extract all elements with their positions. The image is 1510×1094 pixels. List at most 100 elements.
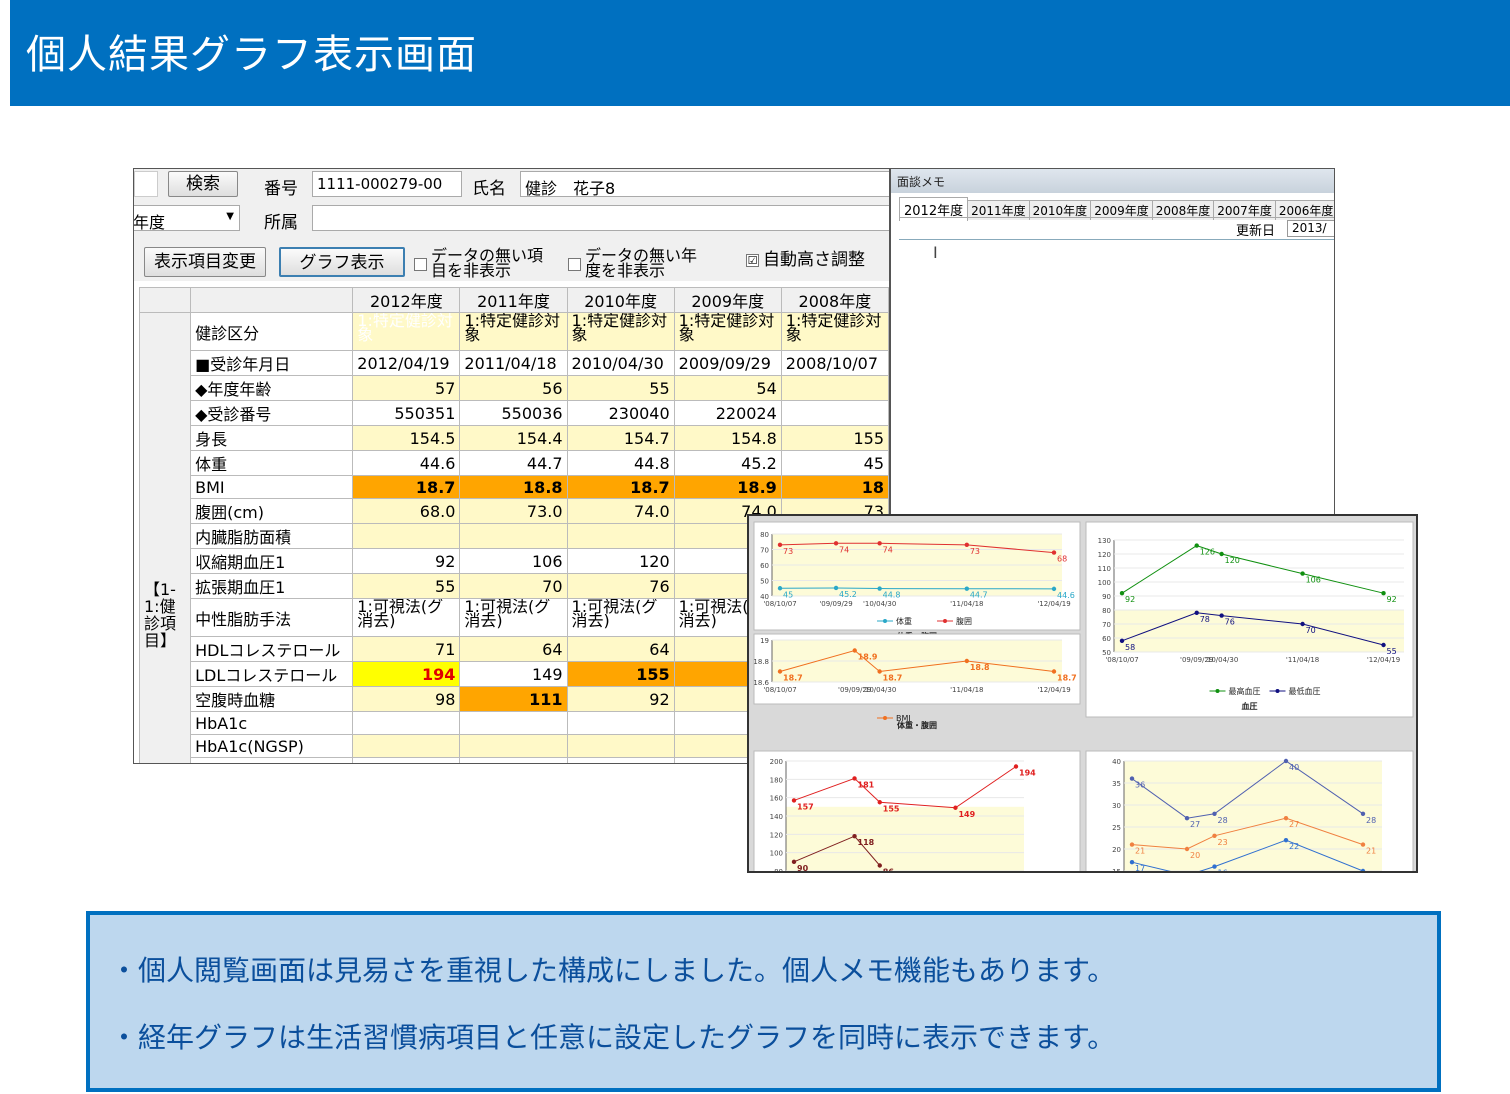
y-tick-label: 140	[770, 813, 783, 821]
table-cell[interactable]: 18.7	[566, 475, 675, 499]
table-cell[interactable]: 1:可視法(グ消去)	[352, 598, 461, 637]
table-cell[interactable]	[566, 734, 675, 758]
table-cell[interactable]: 550036	[459, 400, 568, 426]
data-point	[833, 585, 839, 591]
table-cell[interactable]: 57	[352, 375, 461, 401]
table-cell[interactable]: 154.8	[673, 425, 782, 451]
table-cell[interactable]: 154.5	[352, 425, 461, 451]
year-header[interactable]: 2011年度	[459, 287, 568, 313]
table-cell[interactable]: 44.7	[459, 450, 568, 476]
table-cell[interactable]: 27	[459, 757, 568, 763]
memo-textarea[interactable]	[899, 239, 1334, 515]
auto-height-checkbox[interactable]: ☑ 自動高さ調整	[746, 252, 865, 269]
table-cell[interactable]: 18.8	[459, 475, 568, 499]
table-cell[interactable]: 155	[566, 661, 675, 687]
x-tick-label: '08/10/07	[763, 686, 796, 694]
table-cell[interactable]: 220024	[673, 400, 782, 426]
table-cell[interactable]: 45.2	[673, 450, 782, 476]
table-cell[interactable]: 18	[780, 475, 889, 499]
table-cell[interactable]: 550351	[352, 400, 461, 426]
table-cell[interactable]: 230040	[566, 400, 675, 426]
table-cell[interactable]: 1:特定健診対象	[352, 312, 461, 351]
hide-empty-years-checkbox[interactable]: データの無い年度を非表示	[568, 248, 728, 279]
info-line-1: ・個人閲覧画面は見易さを重視した構成にしました。個人メモ機能もあります。	[110, 954, 1116, 987]
table-cell[interactable]: 2009/09/29	[673, 350, 782, 376]
data-label: 68	[1057, 555, 1067, 564]
table-cell[interactable]: 64	[566, 636, 675, 662]
table-cell[interactable]: 64	[459, 636, 568, 662]
table-cell[interactable]: 56	[459, 375, 568, 401]
table-cell[interactable]	[566, 711, 675, 735]
table-cell[interactable]: 1:特定健診対象	[566, 312, 675, 351]
table-cell[interactable]: 18.9	[673, 475, 782, 499]
table-cell[interactable]: 98	[352, 686, 461, 712]
affiliation-field[interactable]	[312, 205, 889, 231]
year-header[interactable]: 2008年度	[780, 287, 889, 313]
table-cell[interactable]: 1:可視法(グ消去)	[566, 598, 675, 637]
table-cell[interactable]: 54	[673, 375, 782, 401]
table-cell[interactable]: 92	[566, 686, 675, 712]
table-cell[interactable]: 70	[459, 573, 568, 599]
search-button[interactable]: 検索	[168, 171, 238, 197]
year-header[interactable]: 2010年度	[566, 287, 675, 313]
table-cell[interactable]	[780, 400, 889, 426]
table-cell[interactable]: 1:特定健診対象	[780, 312, 889, 351]
table-cell[interactable]: 76	[566, 573, 675, 599]
chart-panel: 80 100 120 140 160 180 200 157 181 155 149 194 90 118…	[753, 750, 1081, 871]
table-cell[interactable]: 68.0	[352, 498, 461, 524]
table-cell[interactable]: 2011/04/18	[459, 350, 568, 376]
table-cell[interactable]: 2012/04/19	[352, 350, 461, 376]
table-cell[interactable]	[459, 711, 568, 735]
table-cell[interactable]: 154.7	[566, 425, 675, 451]
data-point	[833, 541, 839, 546]
updated-field[interactable]: 2013/	[1287, 220, 1334, 237]
table-cell[interactable]	[566, 523, 675, 549]
table-cell[interactable]: 74.0	[566, 498, 675, 524]
table-cell[interactable]: 154.4	[459, 425, 568, 451]
blank-field[interactable]	[134, 171, 158, 197]
number-field[interactable]: 1111-000279-00	[312, 171, 462, 197]
table-cell[interactable]	[459, 734, 568, 758]
table-cell[interactable]: 44.8	[566, 450, 675, 476]
year-header[interactable]: 2012年度	[352, 287, 461, 313]
table-cell[interactable]: 1:可視法(グ消去)	[459, 598, 568, 637]
table-cell[interactable]: 2010/04/30	[566, 350, 675, 376]
table-cell[interactable]: 71	[352, 636, 461, 662]
table-cell[interactable]	[352, 734, 461, 758]
y-tick-label: 100	[770, 850, 783, 858]
change-items-button[interactable]: 表示項目変更	[144, 247, 266, 277]
table-cell[interactable]: 111	[459, 686, 568, 712]
row-label: LDLコレステロール	[190, 661, 354, 687]
table-cell[interactable]: 155	[780, 425, 889, 451]
data-point	[1360, 842, 1366, 847]
table-cell[interactable]	[352, 711, 461, 735]
table-cell[interactable]	[459, 523, 568, 549]
graph-display-button[interactable]: グラフ表示	[279, 247, 405, 277]
table-cell[interactable]: 106	[459, 548, 568, 574]
table-cell[interactable]: 21	[352, 757, 461, 763]
table-cell[interactable]: 1:特定健診対象	[459, 312, 568, 351]
table-cell[interactable]: 1:特定健診対象	[673, 312, 782, 351]
data-label: 18.9	[858, 653, 878, 662]
table-cell[interactable]: 194	[352, 661, 461, 687]
fiscal-year-select[interactable]: 年度 ▼	[134, 205, 240, 232]
row-label: HbA1c	[190, 711, 354, 735]
table-cell[interactable]: 23	[566, 757, 675, 763]
year-header[interactable]: 2009年度	[673, 287, 782, 313]
table-cell[interactable]: 149	[459, 661, 568, 687]
table-cell[interactable]	[780, 375, 889, 401]
table-row: 体重 44.6 44.7 44.8 45.2 45	[140, 450, 889, 476]
table-cell[interactable]: 18.7	[352, 475, 461, 499]
name-field[interactable]: 健診 花子8	[520, 171, 889, 198]
table-cell[interactable]: 45	[780, 450, 889, 476]
hide-empty-items-checkbox[interactable]: データの無い項目を非表示	[414, 248, 564, 279]
data-point	[1360, 868, 1366, 871]
table-cell[interactable]	[352, 523, 461, 549]
table-cell[interactable]: 55	[566, 375, 675, 401]
table-cell[interactable]: 120	[566, 548, 675, 574]
table-cell[interactable]: 92	[352, 548, 461, 574]
table-cell[interactable]: 55	[352, 573, 461, 599]
table-cell[interactable]: 2008/10/07	[780, 350, 889, 376]
table-cell[interactable]: 73.0	[459, 498, 568, 524]
table-cell[interactable]: 44.6	[352, 450, 461, 476]
